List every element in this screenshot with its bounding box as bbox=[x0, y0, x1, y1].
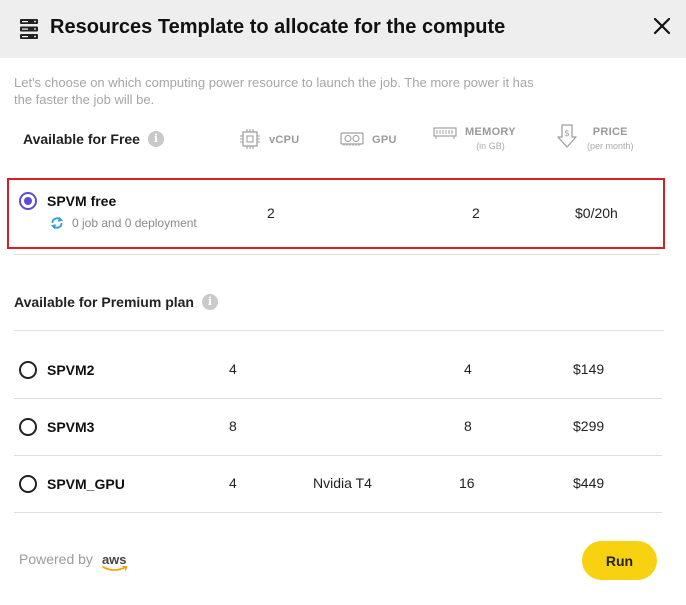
price-unit: (per month) bbox=[587, 141, 634, 151]
divider bbox=[14, 455, 662, 456]
memory-label: MEMORY bbox=[465, 126, 516, 138]
cpu-icon bbox=[240, 129, 260, 149]
plan-name-spvm2: SPVM2 bbox=[47, 362, 95, 378]
column-gpu: GPU bbox=[340, 131, 397, 147]
free-section-label: Available for Free bbox=[23, 131, 140, 147]
dialog-header: Resources Template to allocate for the c… bbox=[0, 0, 686, 58]
plan-gpu-spvm-gpu: Nvidia T4 bbox=[313, 475, 372, 491]
gpu-label: GPU bbox=[372, 134, 397, 146]
close-icon[interactable] bbox=[650, 14, 674, 38]
plan-vcpu-spvm3: 8 bbox=[229, 418, 237, 434]
premium-section-title: Available for Premium plan i bbox=[14, 294, 218, 310]
plan-price-spvm3: $299 bbox=[573, 418, 605, 434]
free-plan-row[interactable] bbox=[7, 178, 665, 249]
premium-section-label: Available for Premium plan bbox=[14, 294, 194, 310]
column-memory: MEMORY (in GB) bbox=[433, 126, 516, 151]
dialog-intro: Let's choose on which computing power re… bbox=[14, 75, 534, 107]
plan-vcpu-spvm2: 4 bbox=[229, 361, 237, 377]
free-plan-memory: 2 bbox=[472, 205, 480, 221]
free-plan-radio[interactable] bbox=[19, 192, 37, 210]
plan-radio-spvm2[interactable] bbox=[19, 361, 37, 379]
info-icon[interactable]: i bbox=[201, 294, 218, 310]
plan-radio-spvm3[interactable] bbox=[19, 418, 37, 436]
aws-logo: aws bbox=[102, 553, 128, 571]
plan-price-spvm-gpu: $449 bbox=[573, 475, 605, 491]
plan-name-spvm-gpu: SPVM_GPU bbox=[47, 476, 125, 492]
plan-vcpu-spvm-gpu: 4 bbox=[229, 475, 237, 491]
gpu-icon bbox=[340, 132, 364, 146]
plan-memory-spvm2: 4 bbox=[464, 361, 472, 377]
svg-text:$: $ bbox=[564, 129, 570, 139]
dialog-title: Resources Template to allocate for the c… bbox=[50, 16, 506, 38]
price-label: PRICE bbox=[592, 126, 628, 138]
memory-unit: (in GB) bbox=[476, 141, 505, 151]
plan-price-spvm2: $149 bbox=[573, 361, 605, 377]
powered-by: Powered by aws bbox=[19, 551, 128, 571]
column-vcpu: vCPU bbox=[239, 128, 300, 150]
free-section-title: Available for Free i bbox=[23, 131, 164, 147]
powered-by-label: Powered by bbox=[19, 551, 93, 567]
column-price: $ PRICE (per month) bbox=[555, 123, 634, 151]
free-plan-status: 0 job and 0 deployment bbox=[50, 216, 197, 230]
free-plan-vcpu: 2 bbox=[267, 205, 275, 221]
server-icon bbox=[20, 19, 38, 39]
free-plan-price: $0/20h bbox=[575, 205, 618, 221]
price-icon: $ bbox=[557, 124, 577, 148]
divider bbox=[14, 512, 662, 513]
plan-name-spvm3: SPVM3 bbox=[47, 419, 95, 435]
plan-memory-spvm3: 8 bbox=[464, 418, 472, 434]
memory-icon bbox=[433, 127, 457, 139]
free-plan-status-text: 0 job and 0 deployment bbox=[72, 216, 197, 230]
divider bbox=[14, 330, 664, 331]
divider bbox=[14, 254, 660, 255]
plan-radio-spvm-gpu[interactable] bbox=[19, 475, 37, 493]
sync-icon bbox=[51, 216, 63, 230]
info-icon[interactable]: i bbox=[147, 131, 164, 147]
run-button[interactable]: Run bbox=[582, 541, 657, 580]
vcpu-label: vCPU bbox=[269, 134, 300, 146]
plan-memory-spvm-gpu: 16 bbox=[459, 475, 475, 491]
divider bbox=[14, 398, 662, 399]
free-plan-name: SPVM free bbox=[47, 193, 117, 209]
